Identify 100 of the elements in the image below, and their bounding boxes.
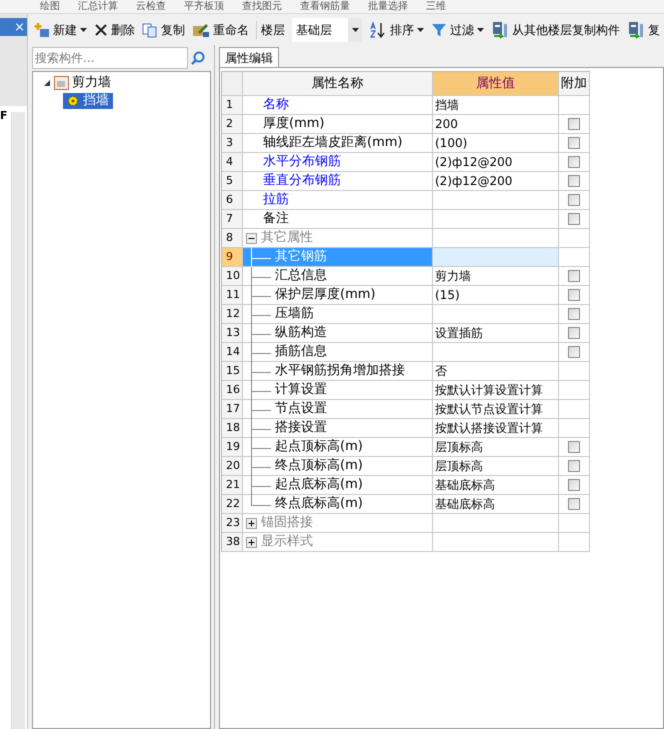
row-number: 5 [222, 172, 243, 191]
tree-line [251, 248, 271, 266]
checkbox[interactable] [568, 270, 580, 282]
tree-line [251, 362, 271, 380]
checkbox[interactable] [568, 460, 580, 472]
property-name: 保护层厚度(mm) [275, 286, 376, 304]
toolbar-item[interactable]: 平齐板顶 [184, 0, 224, 13]
table-cell [559, 400, 590, 419]
value-cell[interactable]: (2)ф12@200 [433, 153, 559, 172]
checkbox[interactable] [568, 137, 580, 149]
collapse-icon[interactable] [246, 232, 257, 244]
value-cell[interactable] [433, 514, 559, 533]
value-cell[interactable]: (2)ф12@200 [433, 172, 559, 191]
expander-icon[interactable] [43, 79, 51, 87]
copy-icon [142, 22, 158, 38]
checkbox[interactable] [568, 194, 580, 206]
checkbox[interactable] [568, 346, 580, 358]
value-cell[interactable]: 设置插筋 [433, 324, 559, 343]
value-cell[interactable]: 基础底标高 [433, 476, 559, 495]
expand-icon[interactable] [246, 536, 257, 548]
toolbar-item[interactable]: 云检查 [136, 0, 166, 13]
checkbox[interactable] [568, 479, 580, 491]
caret-icon [352, 28, 358, 32]
value-cell[interactable]: 基础底标高 [433, 495, 559, 514]
toolbar-item[interactable]: 三维 [426, 0, 446, 13]
value-cell[interactable] [433, 533, 559, 552]
value-cell[interactable]: 否 [433, 362, 559, 381]
property-name: 拉筋 [262, 191, 289, 210]
property-name: 垂直分布钢筋 [262, 172, 341, 190]
value-cell[interactable] [433, 343, 559, 362]
value-cell[interactable]: (15) [433, 286, 559, 305]
row-number: 9 [222, 248, 243, 267]
value-cell[interactable]: 层顶标高 [433, 438, 559, 457]
row-number: 19 [222, 438, 243, 457]
toolbar-button[interactable]: 从其他楼层复制构件 [491, 20, 620, 38]
property-name: 起点底标高(m) [275, 476, 363, 494]
tree-item[interactable]: 剪力墙 [72, 73, 111, 93]
toolbar-button[interactable]: 新建 [34, 20, 87, 38]
property-name: 计算设置 [275, 381, 327, 400]
checkbox[interactable] [568, 156, 580, 168]
value-cell[interactable]: (100) [433, 134, 559, 153]
toolbar-button[interactable]: 重命名 [192, 20, 249, 38]
checkbox[interactable] [568, 213, 580, 225]
toolbar-button[interactable]: 复 [627, 20, 660, 38]
delete-icon [94, 22, 108, 36]
layers-icon [627, 20, 645, 38]
toolbar-button[interactable]: 过滤 [431, 20, 484, 38]
table-cell [559, 533, 590, 552]
close-button[interactable]: × [14, 20, 25, 34]
checkbox[interactable] [568, 308, 580, 320]
checkbox[interactable] [568, 498, 580, 510]
tree-line [251, 324, 271, 342]
tab[interactable]: 属性编辑 [219, 47, 279, 67]
filter-icon [431, 22, 447, 38]
value-cell[interactable]: 按默认搭接设置计算 [433, 419, 559, 438]
row-number: 16 [222, 381, 243, 400]
rename-icon [192, 22, 210, 38]
toolbar-button[interactable]: 删除 [94, 20, 135, 38]
value-cell[interactable] [433, 191, 559, 210]
row-number: 6 [222, 191, 243, 210]
column-header: 附加 [559, 72, 590, 96]
plus-icon [34, 22, 50, 38]
checkbox[interactable] [568, 327, 580, 339]
row-number: 14 [222, 343, 243, 362]
value-cell[interactable]: 按默认节点设置计算 [433, 400, 559, 419]
value-cell[interactable]: 挡墙 [433, 96, 559, 115]
property-name: 水平分布钢筋 [262, 153, 341, 172]
checkbox[interactable] [568, 289, 580, 301]
row-number: 8 [222, 229, 243, 248]
checkbox[interactable] [568, 441, 580, 453]
value-cell[interactable] [433, 248, 559, 267]
toolbar-item[interactable]: 查找图元 [242, 0, 282, 13]
toolbar-item[interactable]: 批量选择 [368, 0, 408, 13]
floor-select[interactable]: 基础层 [292, 18, 362, 42]
toolbar-item[interactable]: 绘图 [40, 0, 60, 13]
checkbox[interactable] [568, 175, 580, 187]
checkbox[interactable] [568, 118, 580, 130]
tree-line [251, 266, 271, 286]
expand-icon[interactable] [246, 518, 257, 528]
column-header: 属性名称 [243, 72, 433, 96]
toolbar-item[interactable]: 汇总计算 [78, 0, 118, 13]
value-cell[interactable]: 按默认计算设置计算 [433, 381, 559, 400]
toolbar-button[interactable]: 排序 [369, 20, 424, 38]
tree-item[interactable]: 挡墙 [63, 93, 113, 109]
property-name: 纵筋构造 [275, 324, 327, 342]
value-cell[interactable] [433, 210, 559, 229]
toolbar-item[interactable]: 查看钢筋量 [300, 0, 350, 13]
property-name: 搭接设置 [275, 419, 327, 438]
property-name: 节点设置 [275, 400, 327, 418]
property-name: 汇总信息 [275, 267, 327, 286]
toolbar-button[interactable]: 复制 [142, 20, 185, 38]
row-number: 17 [222, 400, 243, 419]
search-field[interactable]: 搜索构件... [32, 47, 188, 69]
value-cell[interactable]: 层顶标高 [433, 457, 559, 476]
tree-line [251, 342, 271, 362]
value-cell[interactable]: 剪力墙 [433, 267, 559, 286]
value-cell[interactable]: 200 [433, 115, 559, 134]
row-number: 23 [222, 514, 243, 533]
value-cell[interactable] [433, 305, 559, 324]
search-icon[interactable] [190, 50, 206, 66]
